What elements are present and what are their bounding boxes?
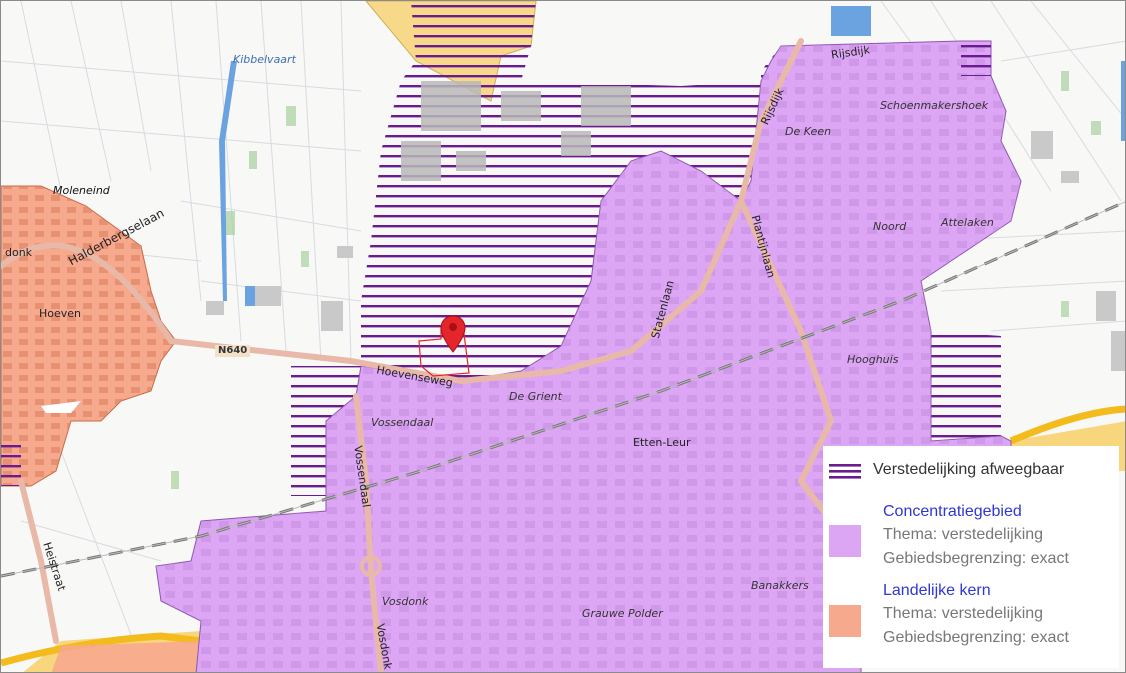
- verstedelijking-afweegbaar-sw: [1, 441, 21, 486]
- legend-swatch-landelijke-kern: [829, 605, 861, 637]
- legend-title-landelijke-kern: Landelijke kern: [883, 582, 991, 599]
- label-vossendaal: Vossendaal: [371, 416, 434, 429]
- label-de-keen: De Keen: [785, 125, 832, 138]
- label-hoeven: Hoeven: [39, 307, 82, 320]
- legend-theme-landelijke-kern: Thema: verstedelijking: [883, 605, 1044, 622]
- map-legend: Verstedelijking afweegbaar Concentratieg…: [823, 446, 1119, 668]
- label-etten-leur: Etten-Leur: [633, 436, 691, 449]
- legend-title-concentratiegebied: Concentratiegebied: [883, 503, 1022, 520]
- legend-swatch-verstedelijking-afweegbaar: [829, 464, 861, 479]
- legend-label-verstedelijking-afweegbaar: Verstedelijking afweegbaar: [873, 461, 1065, 478]
- legend-swatch-concentratiegebied: [829, 525, 861, 557]
- legend-boundary-concentratiegebied: Gebiedsbegrenzing: exact: [883, 550, 1069, 567]
- label-noord: Noord: [873, 220, 907, 233]
- map-pin-icon[interactable]: [440, 315, 466, 353]
- verstedelijking-afweegbaar-east: [931, 331, 1001, 441]
- stripe-corner-ne: [961, 41, 991, 76]
- label-grauwe-polder: Grauwe Polder: [582, 607, 663, 620]
- label-attelaken: Attelaken: [941, 216, 994, 229]
- label-schoenmakershoek: Schoenmakershoek: [880, 99, 989, 112]
- label-kibbelvaart: Kibbelvaart: [233, 53, 296, 66]
- legend-theme-concentratiegebied: Thema: verstedelijking: [883, 526, 1044, 543]
- label-n640: N640: [215, 345, 251, 357]
- landelijke-kern-south: [51, 641, 211, 672]
- label-hooghuis: Hooghuis: [847, 353, 899, 366]
- label-donk: donk: [5, 246, 33, 259]
- label-vosdonk: Vosdonk: [382, 595, 429, 608]
- label-moleneind: Moleneind: [53, 184, 110, 197]
- label-banakkers: Banakkers: [751, 579, 809, 592]
- map-viewport[interactable]: Kibbelvaart Rijsdijk Rijsdijk Schoenmake…: [0, 0, 1126, 673]
- label-de-grient: De Grient: [509, 390, 562, 403]
- legend-boundary-landelijke-kern: Gebiedsbegrenzing: exact: [883, 629, 1069, 646]
